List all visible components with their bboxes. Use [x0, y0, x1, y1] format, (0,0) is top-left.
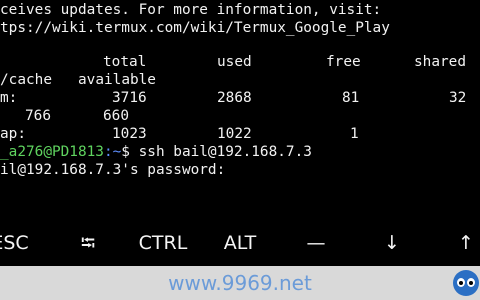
- terminal-output[interactable]: ceives updates. For more information, vi…: [0, 0, 480, 220]
- header-available: available: [78, 72, 156, 88]
- prompt-path: :~: [103, 144, 122, 160]
- terminal-line: tps://wiki.termux.com/wiki/Termux_Google…: [0, 20, 390, 36]
- ctrl-key[interactable]: CTRL: [139, 222, 188, 264]
- mem-available: 660: [103, 108, 129, 124]
- mascot-icon: [453, 270, 479, 296]
- terminal-line: ceives updates. For more information, vi…: [0, 2, 382, 18]
- mem-row: m: 3716 2868 81 32: [0, 89, 480, 107]
- tab-icon[interactable]: ⭾: [81, 222, 95, 264]
- header-free: free: [326, 54, 361, 70]
- mem-free: 81: [342, 90, 360, 106]
- header-cache: /cache: [0, 72, 52, 88]
- dash-icon[interactable]: —: [307, 222, 326, 264]
- header-used: used: [217, 54, 252, 70]
- watermark-bar: www.9969.net: [0, 266, 480, 300]
- prompt-command: $ ssh bail@192.168.7.3: [121, 144, 312, 160]
- swap-row: ap: 1023 1022 1: [0, 125, 480, 143]
- esc-key[interactable]: ESC: [0, 222, 29, 264]
- shell-prompt: _a276@PD1813:~$ ssh bail@192.168.7.3: [0, 143, 312, 161]
- swap-free: 1: [350, 126, 359, 142]
- mem-shared: 32: [449, 90, 467, 106]
- swap-label: ap:: [0, 126, 26, 142]
- watermark-text: www.9969.net: [168, 271, 312, 295]
- alt-key[interactable]: ALT: [224, 222, 257, 264]
- arrow-up-icon[interactable]: ↑: [458, 222, 474, 264]
- mem-total: 3716: [112, 90, 147, 106]
- mem-label: m:: [0, 90, 18, 106]
- free-header-row-2: /cache available: [0, 71, 480, 89]
- prompt-user-host: _a276@PD1813: [0, 144, 104, 160]
- password-prompt: il@192.168.7.3's password:: [0, 162, 226, 178]
- extra-keys-bar: ESC ⭾ CTRL ALT — ↓ ↑: [0, 222, 480, 264]
- header-total: total: [103, 54, 147, 70]
- swap-total: 1023: [112, 126, 147, 142]
- mem-used: 2868: [217, 90, 252, 106]
- free-header-row: total used free shared: [0, 53, 480, 71]
- mem-cache: 766: [25, 108, 51, 124]
- arrow-down-icon[interactable]: ↓: [384, 222, 400, 264]
- header-shared: shared: [414, 54, 466, 70]
- mem-row-2: 766 660: [0, 107, 480, 125]
- swap-used: 1022: [217, 126, 252, 142]
